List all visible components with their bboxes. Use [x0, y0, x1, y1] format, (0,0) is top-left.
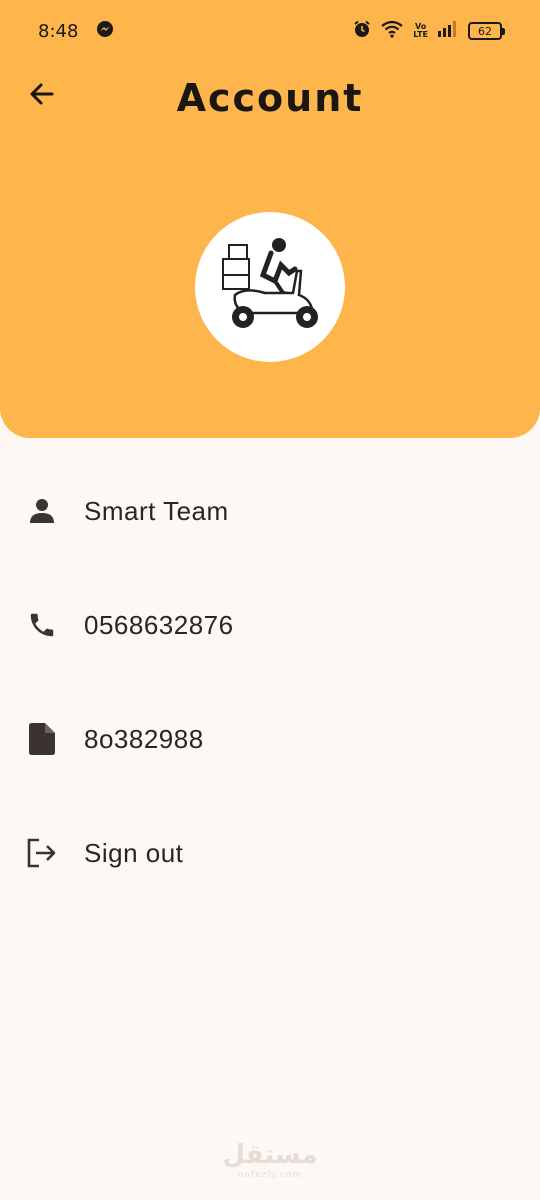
person-icon — [24, 493, 60, 529]
watermark-text: مستقل — [222, 1140, 318, 1170]
phone-icon — [24, 607, 60, 643]
list-item-signout[interactable]: Sign out — [0, 796, 540, 910]
alarm-icon — [353, 20, 371, 43]
status-time: 8:48 — [38, 20, 79, 42]
list-item-document[interactable]: 8o382988 — [0, 682, 540, 796]
volte-indicator: Vo LTE — [413, 22, 428, 39]
list-item-phone[interactable]: 0568632876 — [0, 568, 540, 682]
signout-label: Sign out — [84, 837, 184, 868]
wifi-icon — [381, 20, 403, 43]
name-label: Smart Team — [84, 495, 229, 526]
page-title: Account — [176, 76, 364, 120]
document-icon — [24, 721, 60, 757]
logout-icon — [24, 835, 60, 871]
battery-indicator: 62 — [468, 22, 505, 40]
app-bar: Account — [0, 70, 540, 130]
status-bar: 8:48 Vo LTE 62 — [0, 0, 540, 62]
scooter-rider-icon — [215, 235, 325, 339]
messenger-icon — [96, 20, 114, 43]
phone-label: 0568632876 — [84, 609, 234, 640]
watermark-sub: nafezly.com — [237, 1170, 303, 1180]
avatar — [195, 212, 345, 362]
watermark: مستقل nafezly.com — [0, 1140, 540, 1180]
list-item-name[interactable]: Smart Team — [0, 454, 540, 568]
signal-icon — [438, 20, 458, 42]
account-details-list: Smart Team 0568632876 8o382988 Sign out — [0, 454, 540, 910]
document-number-label: 8o382988 — [84, 723, 204, 754]
